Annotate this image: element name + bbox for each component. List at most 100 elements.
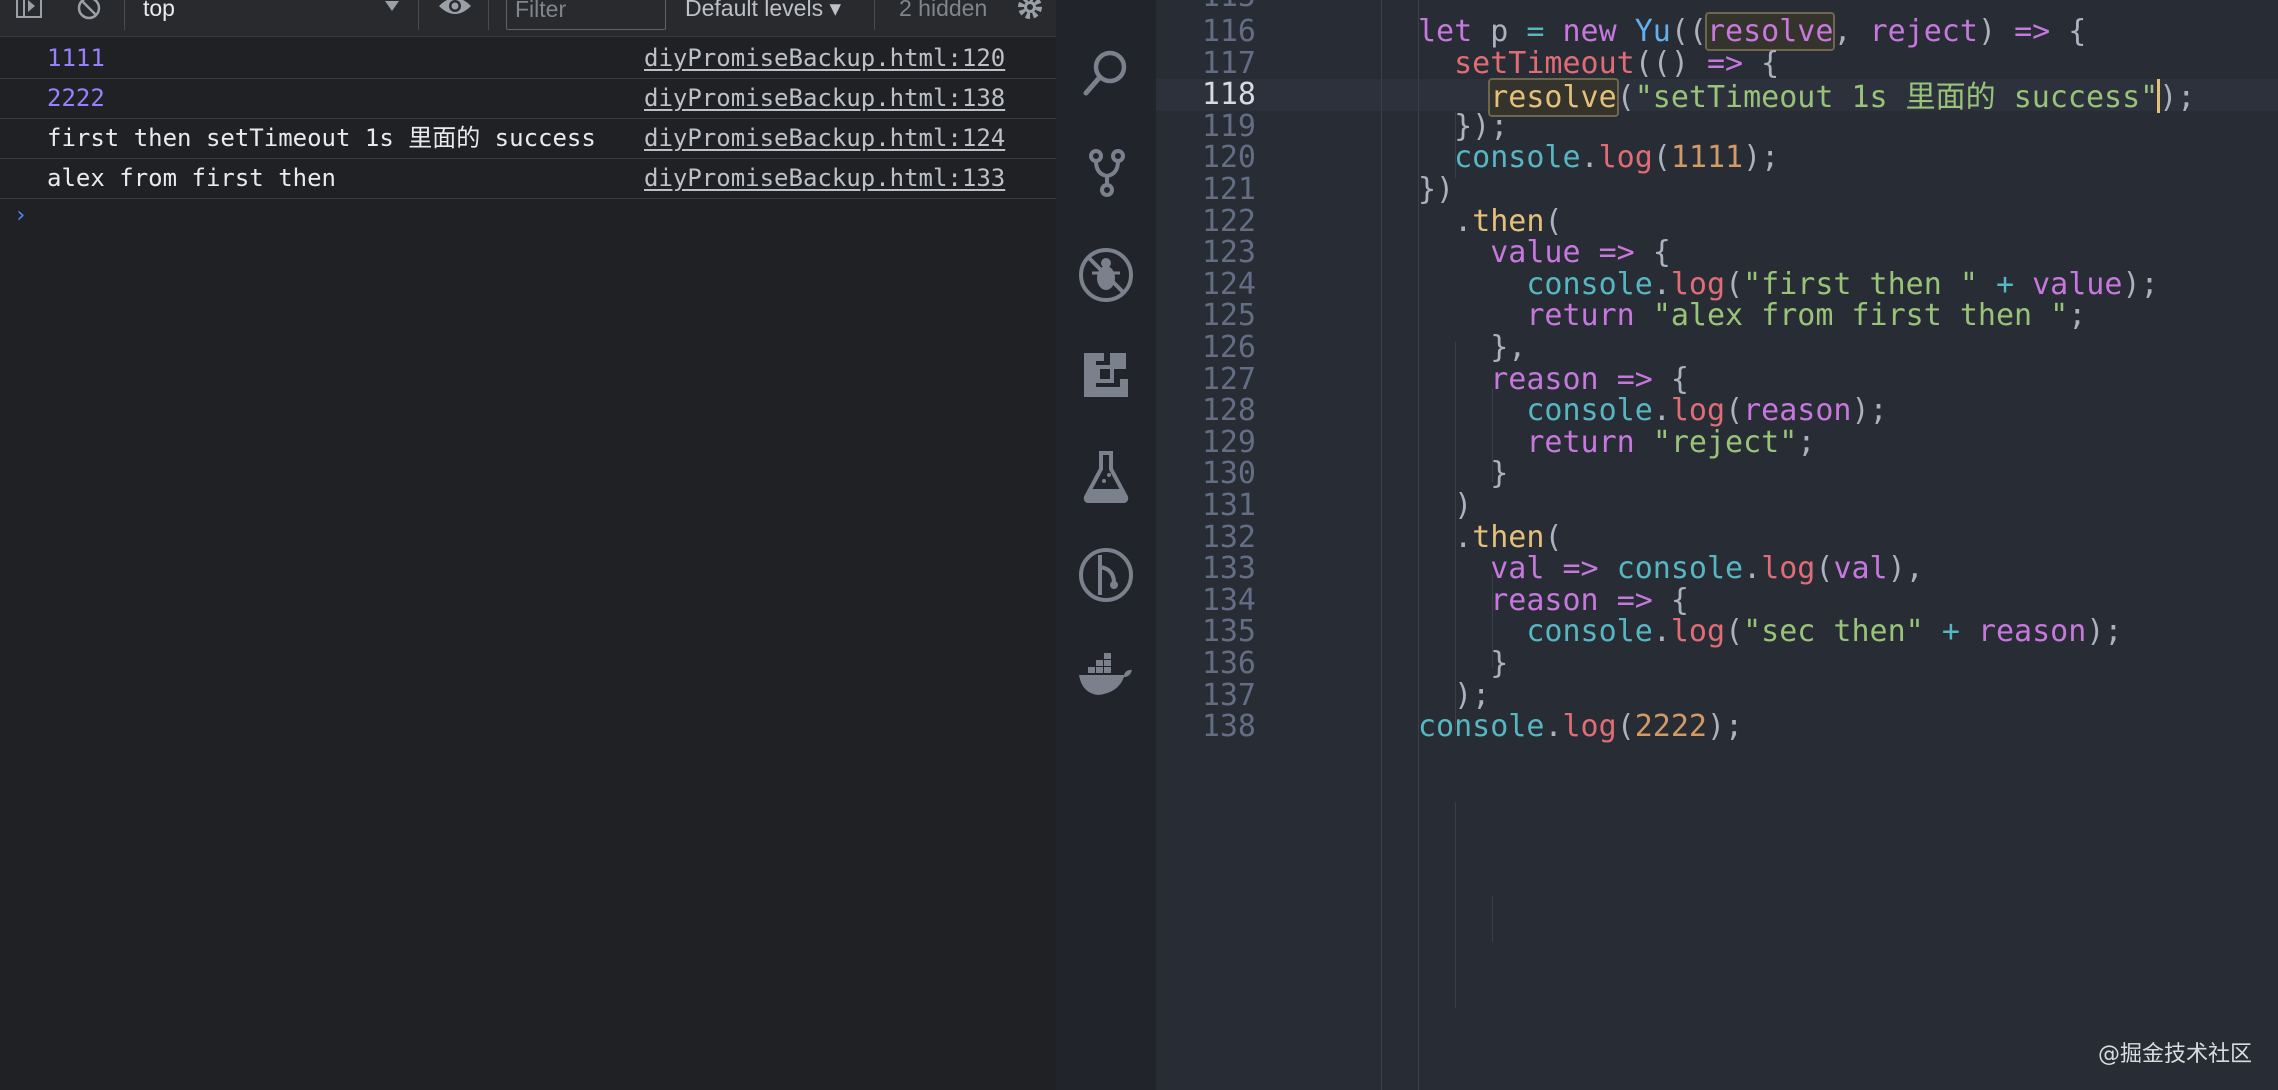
code-line: 128 console.log(reason); (1156, 395, 2278, 427)
code-line: 121}) (1156, 174, 2278, 206)
line-number: 121 (1201, 172, 1256, 207)
watermark: @掘金技术社区 (2097, 1042, 2252, 1067)
code-line: 124 console.log("first then " + value); (1156, 266, 2278, 302)
code-text[interactable]: console.log("sec then" + reason); (1418, 616, 2122, 648)
code-text[interactable]: console.log(reason); (1418, 395, 1887, 427)
code-line: 122 .then( (1156, 203, 2278, 239)
code-line: 126 }, (1156, 332, 2278, 364)
code-text[interactable]: return "reject"; (1418, 426, 1815, 459)
line-number: 132 (1201, 519, 1256, 555)
console-message: 1111 diyPromiseBackup.html:120 (0, 38, 1056, 79)
console-message: first then setTimeout 1s 里面的 success diyP… (0, 118, 1056, 159)
flask-icon[interactable] (1076, 447, 1136, 507)
code-line: 118 resolve("setTimeout 1s 里面的 success")… (1156, 77, 2278, 118)
code-line: 123 value => { (1156, 237, 2278, 269)
clear-console-icon[interactable] (76, 0, 102, 22)
line-number: 130 (1201, 456, 1256, 492)
code-line: 132 .then( (1156, 519, 2278, 555)
code-text[interactable]: let p = new Yu((resolve, reject) => { (1418, 12, 2086, 51)
hidden-messages-count: 2 hidden (899, 0, 988, 21)
line-number: 138 (1201, 709, 1256, 745)
code-text[interactable]: }, (1418, 332, 1526, 364)
code-text[interactable]: console.log(2222); (1418, 711, 1743, 743)
debug-icon[interactable] (1076, 245, 1136, 305)
console-message-text: 1111 (47, 44, 105, 72)
code-line: 133 val => console.log(val), (1156, 553, 2278, 585)
sidebar-toggle-icon[interactable] (16, 0, 42, 20)
console-source-link[interactable]: diyPromiseBackup.html:124 (644, 123, 1005, 153)
line-number: 124 (1201, 266, 1256, 302)
console-message-text: alex from first then (47, 164, 336, 192)
line-number: 120 (1201, 140, 1256, 176)
activity-bar (1056, 0, 1156, 1090)
log-levels-dropdown[interactable]: Default levels ▾ (685, 0, 841, 20)
code-text[interactable]: val => console.log(val), (1418, 553, 1924, 585)
indent-guide (1455, 802, 1456, 1008)
line-number: 133 (1201, 551, 1256, 587)
indent-guide (1492, 574, 1493, 668)
code-text[interactable]: } (1418, 648, 1508, 680)
code-editor[interactable]: 115 116let p = new Yu((resolve, reject) … (1156, 0, 2278, 1090)
code-line: 131 ) (1156, 490, 2278, 522)
line-number: 119 (1201, 108, 1256, 144)
indent-guide (1455, 112, 1456, 178)
live-expression-eye-icon[interactable] (438, 0, 472, 24)
code-line: 125 return "alex from first then "; (1156, 300, 2278, 332)
code-line: 120 console.log(1111); (1156, 142, 2278, 174)
code-text[interactable]: }) (1418, 174, 1454, 206)
line-number: 127 (1201, 361, 1256, 397)
console-source-link[interactable]: diyPromiseBackup.html:133 (644, 163, 1005, 193)
code-text[interactable]: reason => { (1418, 363, 1689, 396)
code-text[interactable]: resolve("setTimeout 1s 里面的 success"); (1418, 78, 2195, 118)
code-line: 136 } (1156, 648, 2278, 680)
filter-input[interactable]: Filter (506, 0, 666, 30)
line-number: 136 (1201, 646, 1256, 681)
code-text[interactable]: reason => { (1418, 584, 1689, 617)
context-dropdown-arrow-icon[interactable] (384, 0, 400, 17)
console-source-link[interactable]: diyPromiseBackup.html:120 (644, 43, 1005, 73)
context-selector[interactable]: top (143, 0, 175, 20)
console-settings-gear-icon[interactable] (1015, 0, 1045, 26)
code-line: 117 setTimeout(() => { (1156, 45, 2278, 81)
indent-guide (1418, 0, 1419, 1090)
console-prompt-icon[interactable]: › (14, 203, 27, 228)
line-number: 126 (1201, 330, 1256, 365)
code-text[interactable]: ) (1418, 490, 1472, 522)
code-text[interactable]: .then( (1418, 521, 1562, 554)
code-line: 130 } (1156, 458, 2278, 490)
code-line: 127 reason => { (1156, 361, 2278, 397)
code-text[interactable]: setTimeout(() => { (1418, 47, 1779, 80)
code-line: 129 return "reject"; (1156, 424, 2278, 460)
search-icon[interactable] (1076, 43, 1136, 103)
code-text[interactable]: console.log("first then " + value); (1418, 268, 2158, 301)
code-line: 138 console.log(2222); (1156, 711, 2278, 743)
code-text[interactable]: .then( (1418, 205, 1562, 238)
line-number: 135 (1201, 614, 1256, 650)
filter-placeholder: Filter (515, 0, 567, 22)
line-number: 131 (1201, 488, 1256, 523)
indent-guide (1492, 896, 1493, 942)
code-text[interactable]: return "alex from first then "; (1418, 300, 2086, 332)
code-line: 119 }); (1156, 108, 2278, 144)
indent-guide (1492, 388, 1493, 482)
source-control-icon[interactable] (1076, 142, 1136, 202)
line-number: 123 (1201, 235, 1256, 271)
line-number: 129 (1201, 424, 1256, 460)
line-number: 122 (1201, 203, 1256, 239)
code-text[interactable]: }); (1418, 110, 1508, 143)
code-text[interactable]: value => { (1418, 237, 1671, 269)
code-line: 135 console.log("sec then" + reason); (1156, 616, 2278, 648)
line-number: 134 (1201, 582, 1256, 618)
line-number: 118 (1201, 77, 1256, 113)
code-text[interactable]: console.log(1111); (1418, 142, 1779, 174)
docker-icon[interactable] (1076, 645, 1136, 705)
line-number: 137 (1201, 677, 1256, 713)
git-graph-icon[interactable] (1076, 545, 1136, 605)
devtools-console: top Filter Default levels ▾ 2 hidden 111… (0, 0, 1056, 1090)
code-line: 116 let p = new Yu((resolve, reject) => { (1156, 12, 2278, 51)
line-number: 117 (1201, 45, 1256, 81)
code-text[interactable]: } (1418, 458, 1508, 490)
extensions-icon[interactable] (1076, 345, 1136, 405)
console-source-link[interactable]: diyPromiseBackup.html:138 (644, 83, 1005, 113)
console-message-text: first then setTimeout 1s 里面的 success (47, 124, 596, 152)
